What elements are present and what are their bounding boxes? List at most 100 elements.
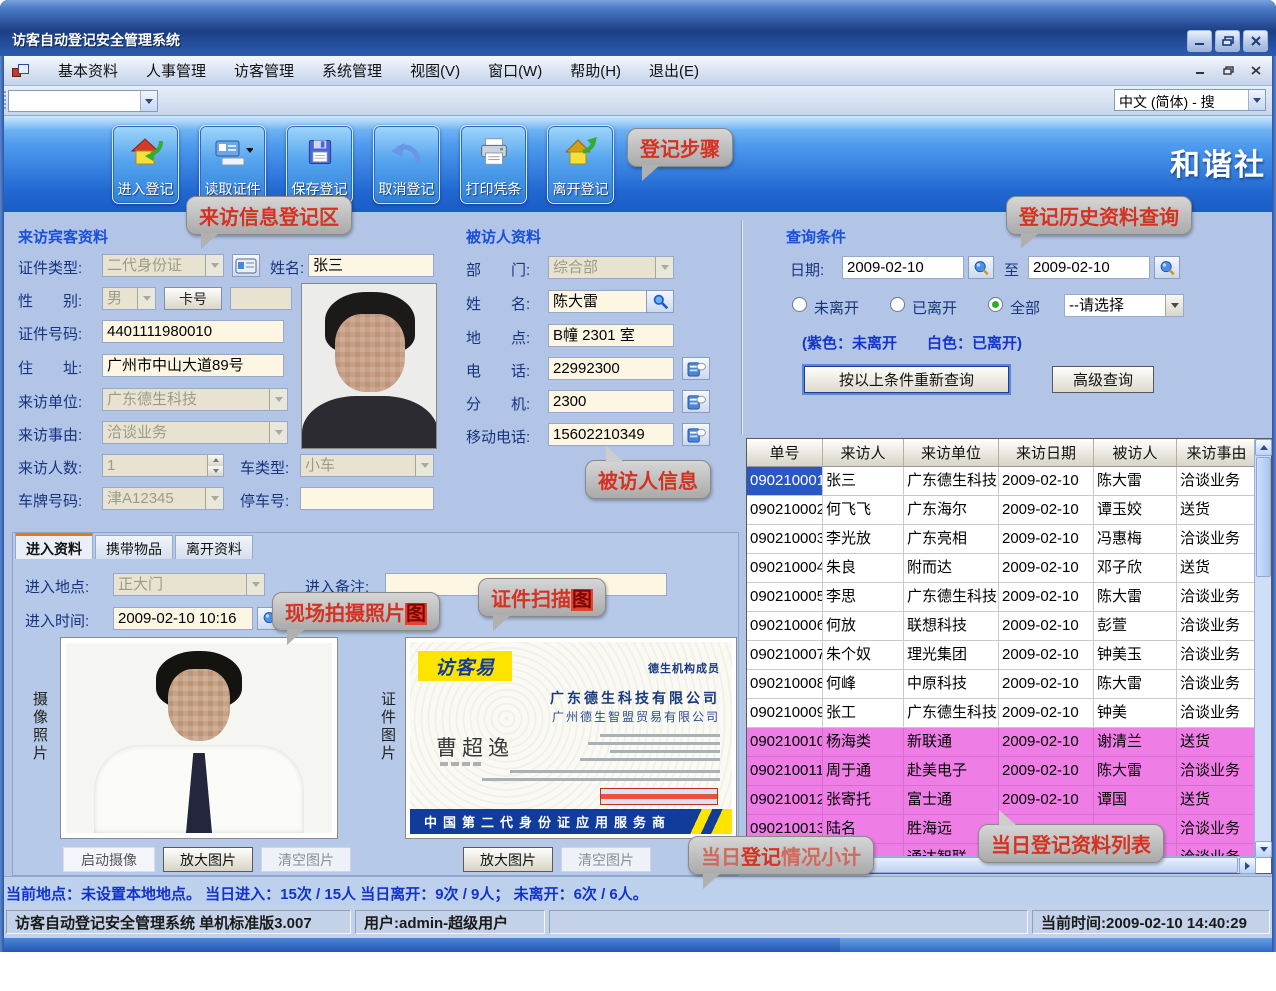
menu-item-hr[interactable]: 人事管理: [132, 56, 220, 85]
requery-button[interactable]: 按以上条件重新查询: [804, 366, 1009, 393]
cell-reason[interactable]: 送货: [1177, 728, 1256, 757]
cell-date[interactable]: 2009-02-10: [999, 670, 1094, 699]
visitor-count-stepper[interactable]: 1: [102, 454, 224, 477]
entry-place-select[interactable]: 正大门: [113, 573, 265, 596]
close-button[interactable]: [1243, 30, 1268, 52]
table-row[interactable]: 090210004朱良附而达2009-02-10邓子欣送货: [747, 554, 1256, 583]
cell-date[interactable]: 2009-02-10: [999, 699, 1094, 728]
chevron-down-icon[interactable]: [1248, 90, 1265, 110]
header-id[interactable]: 单号: [747, 439, 823, 466]
zoom-photo-button[interactable]: 放大图片: [163, 847, 253, 872]
id-number-input[interactable]: 4401111980010: [102, 320, 284, 343]
cell-visited[interactable]: 邓子欣: [1094, 554, 1177, 583]
cell-id[interactable]: 090210001: [747, 467, 823, 496]
cell-visitor[interactable]: 何放: [823, 612, 904, 641]
cell-id[interactable]: 090210006: [747, 612, 823, 641]
quick-combo[interactable]: [8, 90, 158, 112]
scroll-up-icon[interactable]: [1255, 439, 1272, 456]
cell-date[interactable]: 2009-02-10: [999, 757, 1094, 786]
cell-unit[interactable]: 中原科技: [904, 670, 999, 699]
header-visitor[interactable]: 来访人: [823, 439, 904, 466]
cell-id[interactable]: 090210004: [747, 554, 823, 583]
tab-leave-info[interactable]: 离开资料: [175, 535, 253, 559]
dial-phone-button[interactable]: [682, 357, 710, 380]
date-from-input[interactable]: 2009-02-10: [842, 256, 964, 279]
cell-reason[interactable]: 洽谈业务: [1177, 670, 1256, 699]
header-unit[interactable]: 来访单位: [904, 439, 999, 466]
cell-unit[interactable]: 理光集团: [904, 641, 999, 670]
cell-visited[interactable]: 谭玉姣: [1094, 496, 1177, 525]
cell-visited[interactable]: 陈大雷: [1094, 670, 1177, 699]
cell-visited[interactable]: 钟美玉: [1094, 641, 1177, 670]
radio-not-left[interactable]: [792, 297, 807, 312]
parking-input[interactable]: [300, 487, 434, 510]
cell-unit[interactable]: 广东海尔: [904, 496, 999, 525]
interviewee-search-button[interactable]: [646, 290, 674, 313]
dial-mobile-button[interactable]: [682, 423, 710, 446]
menu-item-basic[interactable]: 基本资料: [44, 56, 132, 85]
cell-reason[interactable]: 洽谈业务: [1177, 641, 1256, 670]
cell-reason[interactable]: 洽谈业务: [1177, 612, 1256, 641]
cell-visited[interactable]: 陈大雷: [1094, 583, 1177, 612]
cell-visited[interactable]: 钟美: [1094, 699, 1177, 728]
mdi-restore-button[interactable]: [1218, 60, 1238, 80]
table-row[interactable]: 090210008何峰中原科技2009-02-10陈大雷洽谈业务: [747, 670, 1256, 699]
menu-item-window[interactable]: 窗口(W): [474, 56, 556, 85]
clear-scan-button[interactable]: 清空图片: [561, 847, 651, 872]
cell-id[interactable]: 090210003: [747, 525, 823, 554]
cell-visitor[interactable]: 张工: [823, 699, 904, 728]
cell-unit[interactable]: 广东德生科技: [904, 467, 999, 496]
id-card-reader-button[interactable]: [232, 254, 260, 277]
cell-date[interactable]: 2009-02-10: [999, 728, 1094, 757]
cell-reason[interactable]: 洽谈业务: [1177, 757, 1256, 786]
cell-reason[interactable]: 洽谈业务: [1177, 467, 1256, 496]
table-row[interactable]: 090210002何飞飞广东海尔2009-02-10谭玉姣送货: [747, 496, 1256, 525]
cell-visitor[interactable]: 周于通: [823, 757, 904, 786]
cancel-register-button[interactable]: 取消登记: [373, 125, 440, 204]
cell-unit[interactable]: 附而达: [904, 554, 999, 583]
cell-id[interactable]: 090210005: [747, 583, 823, 612]
cell-reason[interactable]: 送货: [1177, 496, 1256, 525]
phone-input[interactable]: 22992300: [548, 357, 674, 380]
cell-id[interactable]: 090210009: [747, 699, 823, 728]
cell-unit[interactable]: 广东亮相: [904, 525, 999, 554]
start-camera-button[interactable]: 启动摄像: [63, 847, 155, 872]
cell-reason[interactable]: 送货: [1177, 786, 1256, 815]
plate-select[interactable]: 津A12345: [102, 487, 224, 510]
cell-reason[interactable]: 洽谈业务: [1177, 525, 1256, 554]
gender-select[interactable]: 男: [102, 287, 156, 310]
menu-item-visitor[interactable]: 访客管理: [220, 56, 308, 85]
dept-select[interactable]: 综合部: [548, 256, 674, 279]
cell-unit[interactable]: 联想科技: [904, 612, 999, 641]
cell-visitor[interactable]: 何飞飞: [823, 496, 904, 525]
stepper-up-icon[interactable]: [208, 455, 223, 466]
cell-unit[interactable]: 广东德生科技: [904, 583, 999, 612]
cell-id[interactable]: 090210007: [747, 641, 823, 670]
radio-all[interactable]: [988, 297, 1003, 312]
cell-visited[interactable]: 陈大雷: [1094, 467, 1177, 496]
table-row[interactable]: 090210005李思广东德生科技2009-02-10陈大雷洽谈业务: [747, 583, 1256, 612]
cell-date[interactable]: 2009-02-10: [999, 583, 1094, 612]
cell-date[interactable]: 2009-02-10: [999, 554, 1094, 583]
id-type-select[interactable]: 二代身份证: [102, 254, 224, 277]
print-receipt-button[interactable]: 打印凭条: [460, 125, 527, 204]
cell-unit[interactable]: 广东德生科技: [904, 699, 999, 728]
header-date[interactable]: 来访日期: [999, 439, 1094, 466]
scroll-right-icon[interactable]: [1239, 857, 1256, 874]
mobile-input[interactable]: 15602210349: [548, 423, 674, 446]
leave-register-button[interactable]: 离开登记: [547, 125, 614, 204]
table-row[interactable]: 090210007朱个奴理光集团2009-02-10钟美玉洽谈业务: [747, 641, 1256, 670]
cell-id[interactable]: 090210011: [747, 757, 823, 786]
visit-reason-select[interactable]: 洽谈业务: [102, 421, 288, 444]
table-row[interactable]: 090210011周于通赴美电子2009-02-10陈大雷洽谈业务: [747, 757, 1256, 786]
cell-visited[interactable]: 陈大雷: [1094, 757, 1177, 786]
cell-visitor[interactable]: 李思: [823, 583, 904, 612]
card-number-button[interactable]: 卡号: [164, 287, 222, 310]
date-from-picker-button[interactable]: [968, 256, 994, 279]
vertical-scrollbar[interactable]: [1254, 439, 1271, 858]
stepper-down-icon[interactable]: [208, 466, 223, 477]
cell-reason[interactable]: 洽谈业务: [1177, 583, 1256, 612]
cell-visitor[interactable]: 何峰: [823, 670, 904, 699]
scroll-down-icon[interactable]: [1255, 841, 1272, 858]
location-input[interactable]: B幢 2301 室: [548, 324, 674, 347]
